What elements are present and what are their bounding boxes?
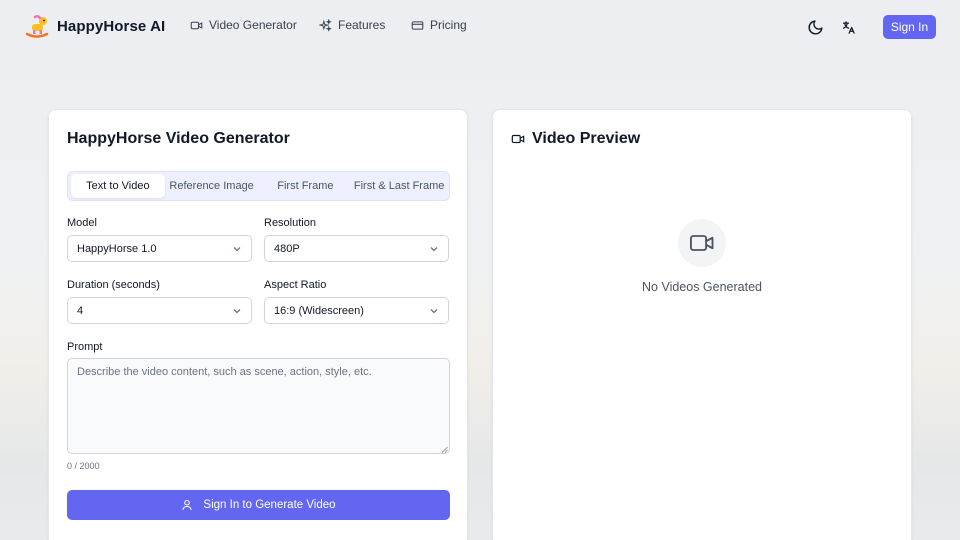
translate-icon (842, 20, 855, 34)
tab-text-to-video[interactable]: Text to Video (71, 174, 165, 198)
sign-in-button[interactable]: Sign In (883, 15, 936, 39)
mode-tabs: Text to Video Reference Image First Fram… (67, 171, 450, 201)
duration-select[interactable]: 4 (67, 297, 252, 324)
nav-features[interactable]: Features (319, 18, 385, 32)
resize-grip-icon[interactable] (441, 446, 448, 453)
video-icon (190, 21, 203, 29)
brand-name[interactable]: HappyHorse AI (57, 18, 165, 35)
sparkles-icon (319, 18, 332, 32)
language-button[interactable] (838, 17, 858, 37)
prompt-textarea[interactable] (67, 358, 450, 454)
tab-first-frame[interactable]: First Frame (259, 174, 353, 198)
credit-card-icon (411, 20, 424, 30)
tab-first-last-frame[interactable]: First & Last Frame (352, 174, 446, 198)
model-value: HappyHorse 1.0 (77, 242, 157, 255)
generate-button-label: Sign In to Generate Video (203, 499, 336, 511)
nav-pricing[interactable]: Pricing (411, 18, 467, 32)
aspect-ratio-label: Aspect Ratio (264, 279, 327, 291)
duration-value: 4 (77, 304, 84, 317)
generator-title: HappyHorse Video Generator (67, 130, 290, 147)
resolution-select[interactable]: 480P (264, 235, 449, 262)
prompt-char-counter: 0 / 2000 (67, 461, 100, 471)
model-label: Model (67, 217, 97, 229)
theme-toggle-button[interactable] (805, 17, 825, 37)
nav-label: Pricing (430, 18, 467, 32)
resolution-label: Resolution (264, 217, 316, 229)
preview-header: Video Preview (511, 130, 640, 148)
tab-reference-image[interactable]: Reference Image (165, 174, 259, 198)
nav-video-generator[interactable]: Video Generator (190, 18, 297, 32)
resolution-value: 480P (274, 242, 300, 255)
empty-state-text: No Videos Generated (642, 280, 762, 294)
chevron-down-icon (233, 309, 241, 314)
aspect-ratio-select[interactable]: 16:9 (Widescreen) (264, 297, 449, 324)
duration-label: Duration (seconds) (67, 279, 160, 291)
aspect-ratio-value: 16:9 (Widescreen) (274, 304, 364, 317)
chevron-down-icon (430, 247, 438, 252)
preview-title: Video Preview (532, 130, 641, 147)
chevron-down-icon (430, 309, 438, 314)
sign-in-to-generate-button[interactable]: Sign In to Generate Video (67, 490, 450, 520)
prompt-label: Prompt (67, 341, 103, 353)
nav-label: Video Generator (209, 18, 297, 32)
video-camera-icon (689, 235, 714, 251)
video-icon (511, 134, 525, 144)
top-navigation: HappyHorse AI Video Generator Features P… (0, 0, 960, 54)
chevron-down-icon (233, 247, 241, 252)
user-icon (182, 499, 193, 510)
generator-card: HappyHorse Video Generator Text to Video… (48, 109, 468, 540)
nav-label: Features (338, 18, 386, 32)
empty-state-icon-wrap (678, 219, 726, 267)
preview-card: Video Preview No Videos Generated (492, 109, 912, 540)
model-select[interactable]: HappyHorse 1.0 (67, 235, 252, 262)
rocking-horse-logo-icon[interactable] (24, 13, 50, 39)
moon-icon (808, 19, 823, 34)
